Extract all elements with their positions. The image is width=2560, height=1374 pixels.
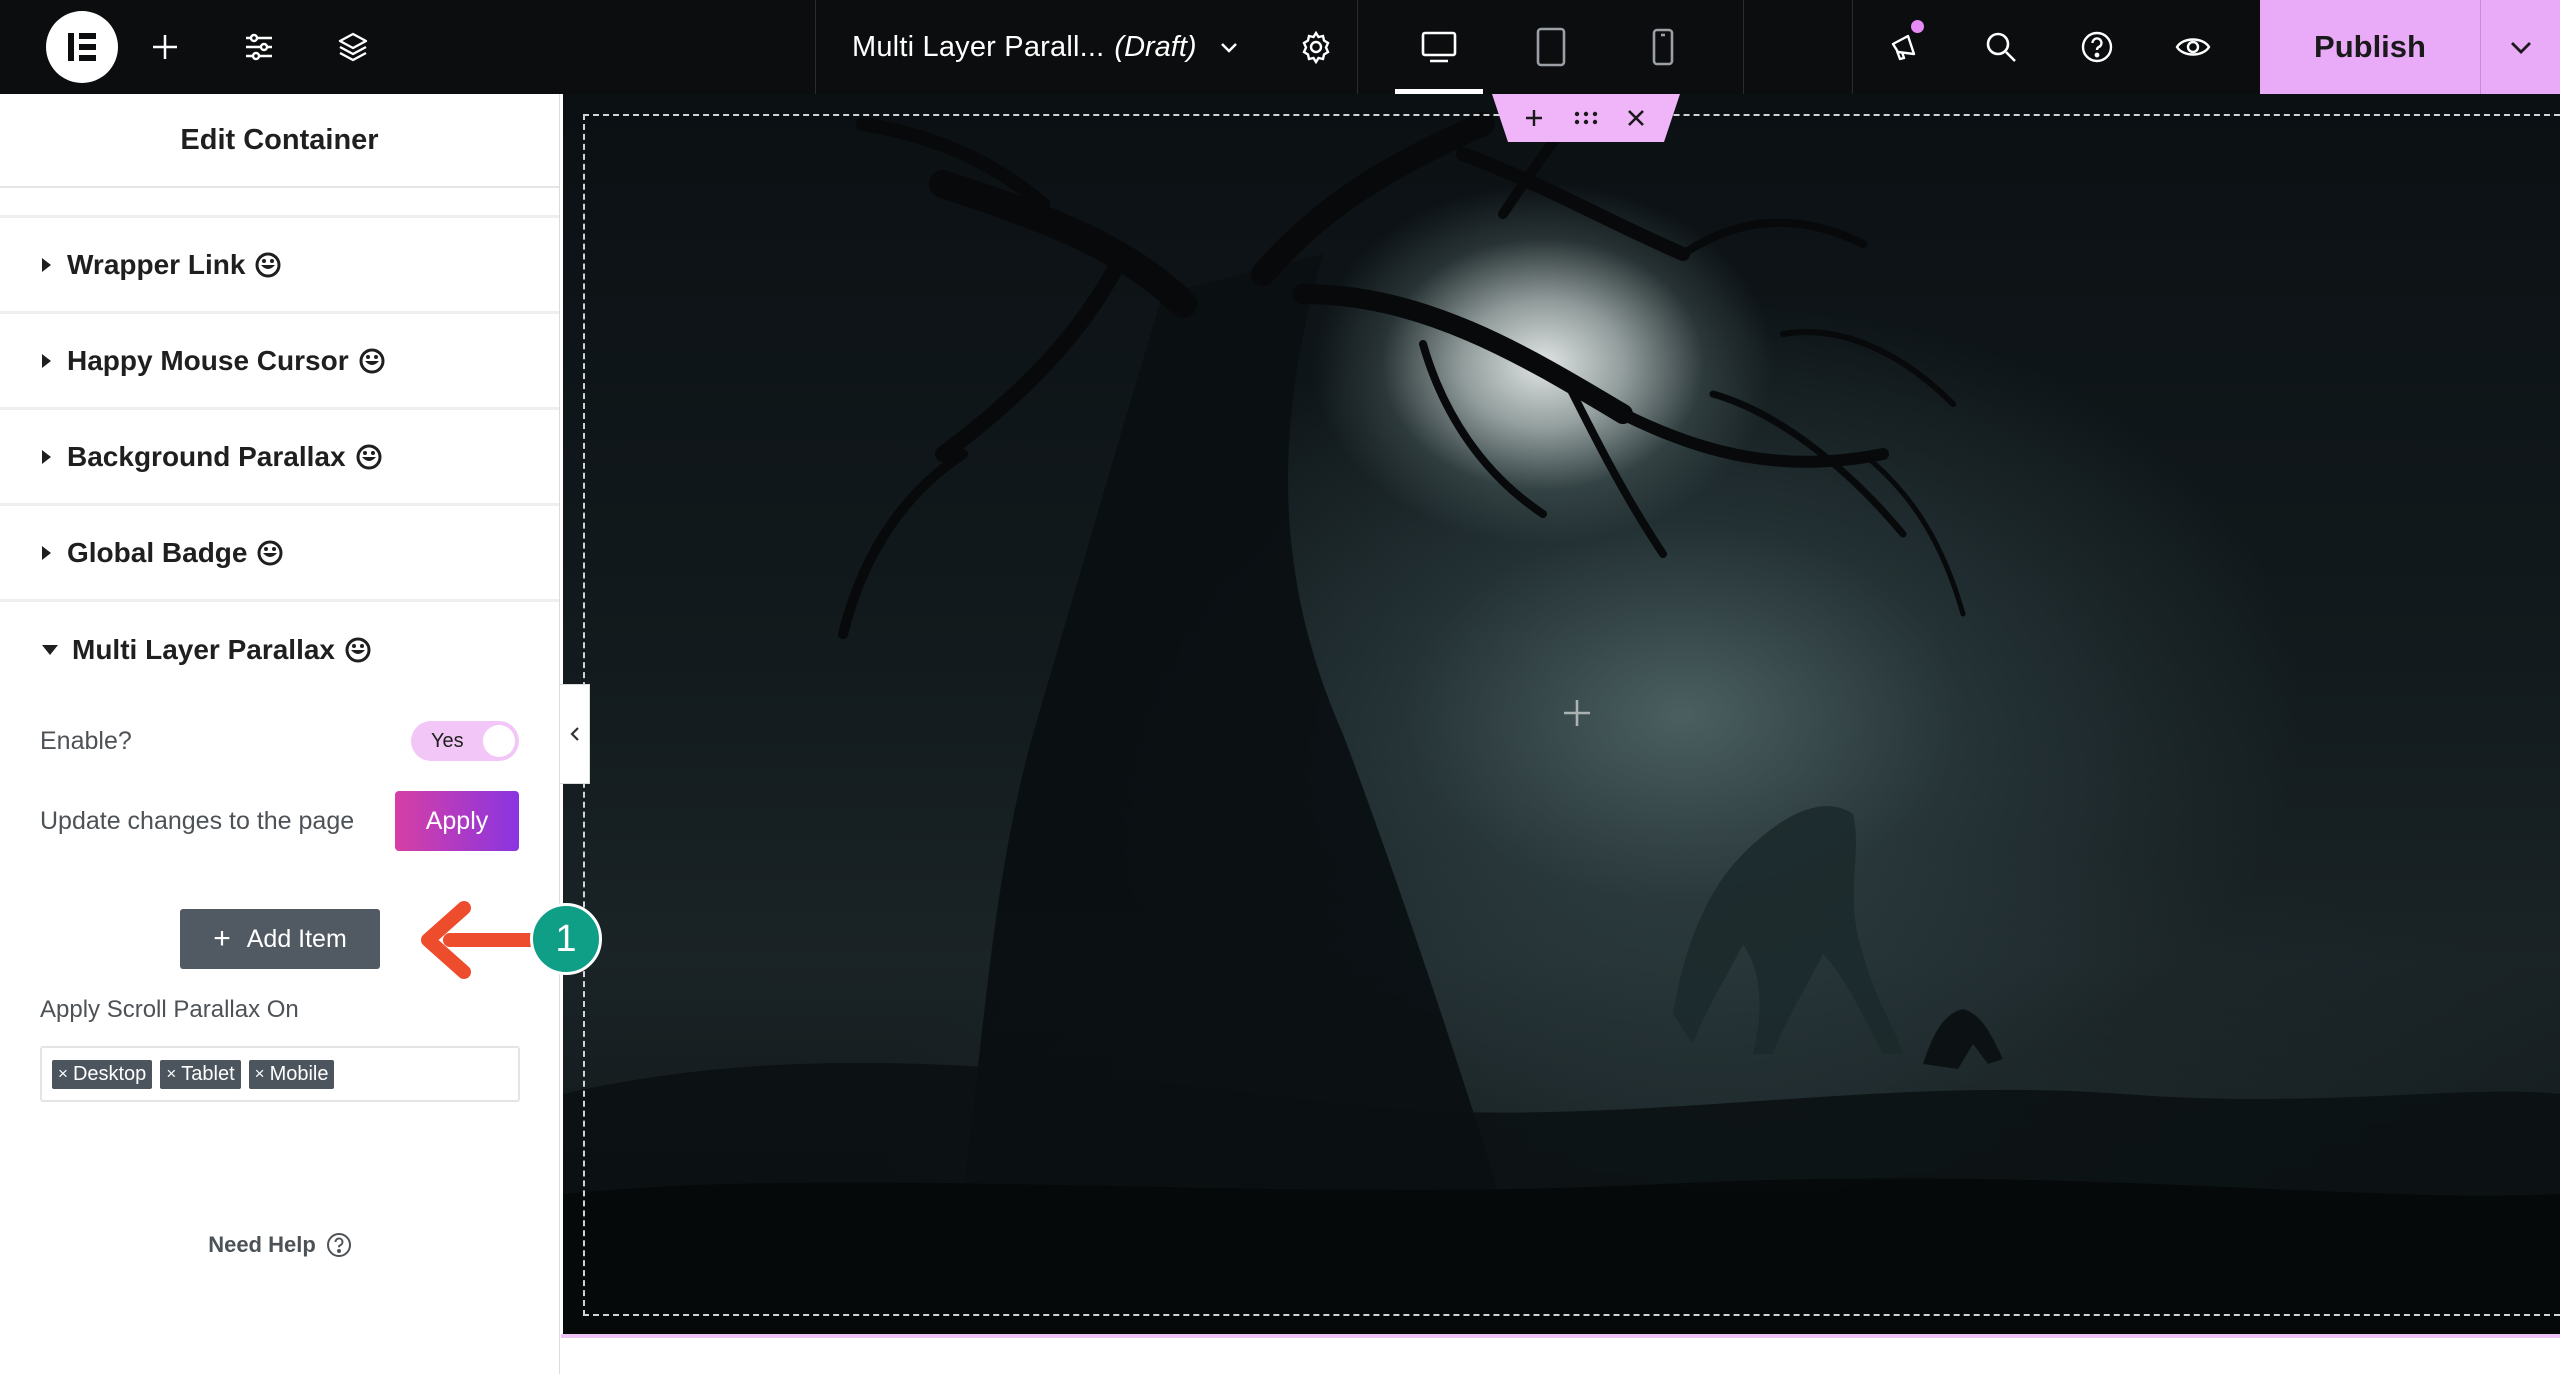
need-help-label: Need Help [208, 1232, 316, 1257]
structure-layers-icon[interactable] [306, 0, 400, 94]
top-bar-left [0, 0, 815, 94]
tablet-device-icon[interactable] [1495, 0, 1607, 94]
mobile-device-icon[interactable] [1607, 0, 1719, 94]
scroll-parallax-label: Apply Scroll Parallax On [40, 996, 299, 1023]
section-label: Background Parallax [67, 440, 346, 472]
site-settings-icon[interactable] [212, 0, 306, 94]
section-background-parallax[interactable]: Background Parallax [0, 410, 559, 506]
caret-right-icon [42, 545, 51, 560]
document-status: (Draft) [1114, 30, 1197, 63]
add-container-plus-icon[interactable] [1514, 100, 1554, 136]
toggle-knob [483, 725, 515, 757]
enable-label: Enable? [40, 726, 132, 755]
search-icon[interactable] [1953, 0, 2049, 94]
responsive-device-switcher [1357, 0, 1744, 94]
document-title-area[interactable]: Multi Layer Parall... (Draft) [815, 0, 1357, 94]
update-row: Update changes to the page Apply [40, 791, 519, 851]
section-label: Multi Layer Parallax [72, 634, 336, 665]
device-tag[interactable]: × Desktop [52, 1059, 153, 1089]
publish-button[interactable]: Publish [2260, 0, 2480, 94]
step-number-badge: 1 [530, 903, 602, 975]
section-label: Happy Mouse Cursor [67, 344, 349, 376]
desktop-device-icon[interactable] [1383, 0, 1495, 94]
tag-label: Tablet [181, 1062, 235, 1085]
happy-addons-icon [255, 252, 281, 278]
remove-tag-icon[interactable]: × [58, 1064, 68, 1084]
section-wrapper-link[interactable]: Wrapper Link [0, 218, 559, 314]
publish-group: Publish [2260, 0, 2560, 94]
drag-handle-icon[interactable] [1566, 100, 1606, 136]
collapse-panel-tab[interactable] [560, 684, 590, 784]
remove-tag-icon[interactable]: × [166, 1064, 176, 1084]
notification-dot [1911, 20, 1924, 33]
section-label: Global Badge [67, 536, 248, 568]
happy-addons-icon [359, 348, 385, 374]
update-label: Update changes to the page [40, 806, 355, 835]
enable-row: Enable? Yes [40, 721, 519, 761]
chevron-down-icon[interactable] [1217, 35, 1241, 59]
editor-panel: Edit Container Wrapper Link Happy Mouse … [0, 94, 560, 1374]
page-settings-gear-icon[interactable] [1299, 30, 1333, 64]
canvas-bottom-accent [561, 1334, 2560, 1338]
enable-toggle[interactable]: Yes [411, 721, 519, 761]
section-happy-mouse-cursor[interactable]: Happy Mouse Cursor [0, 314, 559, 410]
delete-container-close-icon[interactable] [1616, 100, 1656, 136]
happy-addons-icon [356, 444, 382, 470]
plus-icon: + [213, 922, 231, 955]
previous-section-stub [0, 188, 559, 218]
annotation-arrow-icon [421, 901, 542, 979]
section-multi-layer-parallax[interactable]: Multi Layer Parallax [0, 602, 559, 698]
apply-button[interactable]: Apply [395, 791, 519, 851]
notifications-megaphone-icon[interactable] [1857, 0, 1953, 94]
elementor-logo-icon[interactable] [46, 11, 118, 83]
device-select-field[interactable]: × Desktop × Tablet × Mobile [40, 1046, 520, 1102]
top-bar: Multi Layer Parall... (Draft) Publish [0, 0, 2560, 94]
caret-down-icon [42, 645, 58, 655]
caret-right-icon [42, 353, 51, 368]
tag-label: Mobile [269, 1062, 329, 1085]
section-global-badge[interactable]: Global Badge [0, 506, 559, 602]
top-bar-right [1852, 0, 2241, 94]
add-item-button[interactable]: + Add Item [180, 909, 380, 969]
device-tag[interactable]: × Mobile [248, 1059, 335, 1089]
device-tag[interactable]: × Tablet [160, 1059, 241, 1089]
happy-addons-icon [345, 637, 371, 663]
add-widget-plus-icon[interactable] [1557, 693, 1597, 733]
publish-options-chevron-icon[interactable] [2480, 0, 2560, 94]
chevron-left-icon [569, 727, 579, 741]
add-element-icon[interactable] [118, 0, 212, 94]
document-title[interactable]: Multi Layer Parall... [852, 31, 1104, 64]
container-handle-toolbar [1492, 94, 1680, 142]
add-item-label: Add Item [246, 924, 347, 953]
help-circle-icon [326, 1232, 352, 1258]
section-label: Wrapper Link [67, 248, 246, 280]
tag-label: Desktop [72, 1062, 147, 1085]
remove-tag-icon[interactable]: × [255, 1064, 265, 1084]
panel-header: Edit Container [0, 94, 559, 188]
caret-right-icon [42, 449, 51, 464]
caret-right-icon [42, 257, 51, 272]
help-question-icon[interactable] [2049, 0, 2145, 94]
preview-eye-icon[interactable] [2145, 0, 2241, 94]
toggle-value: Yes [431, 729, 464, 752]
happy-addons-icon [257, 540, 283, 566]
panel-title: Edit Container [180, 123, 379, 156]
need-help-link[interactable]: Need Help [0, 1232, 560, 1258]
